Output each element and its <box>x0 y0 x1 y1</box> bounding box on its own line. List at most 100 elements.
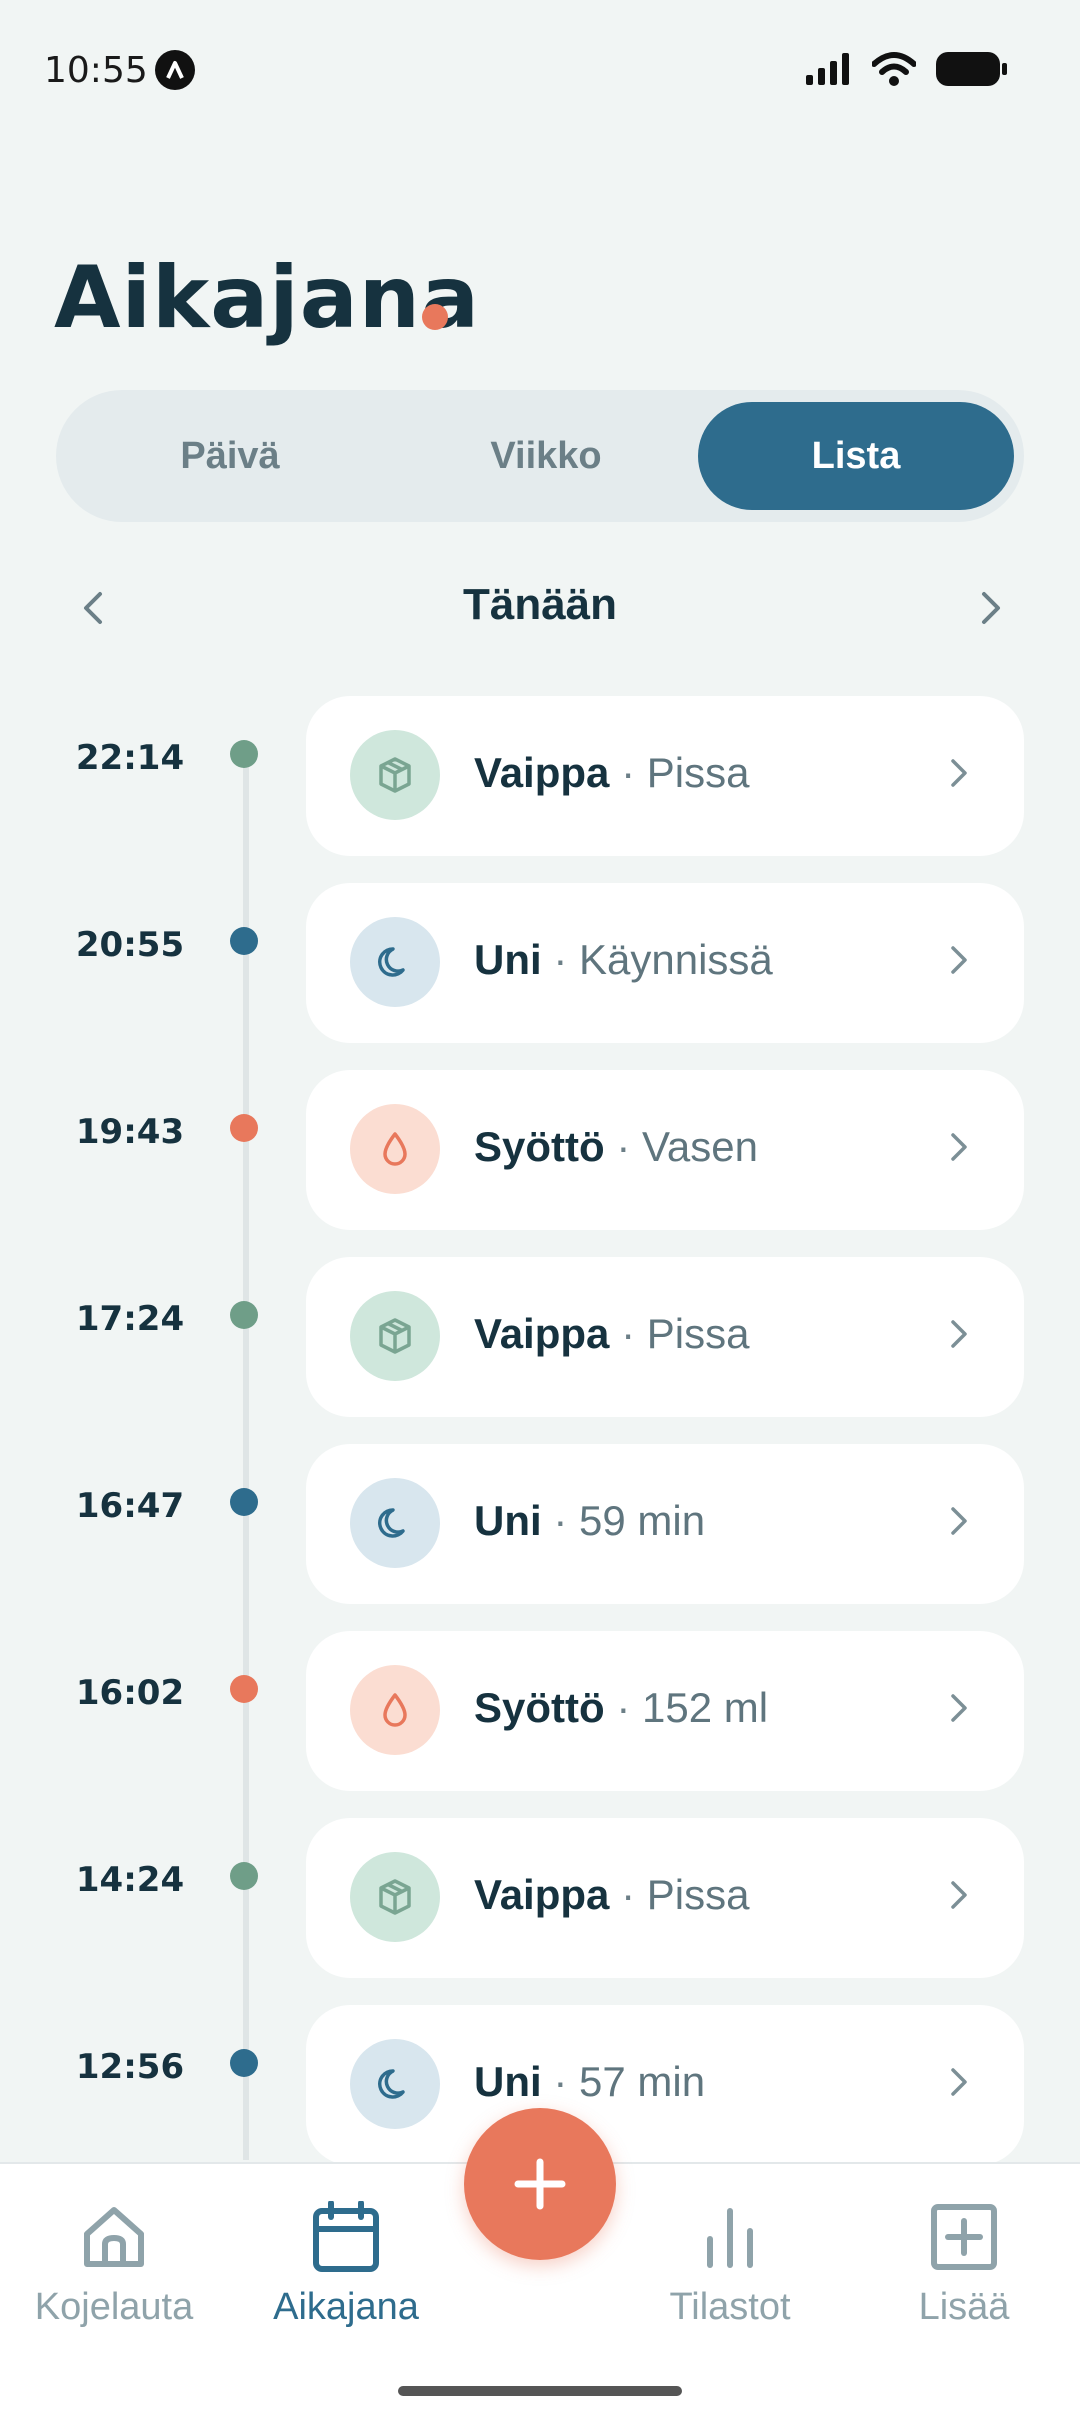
timeline-time: 22:14 <box>75 738 185 778</box>
event-card[interactable]: Uni · Käynnissä <box>306 883 1024 1043</box>
timeline-dot <box>230 1862 258 1890</box>
home-indicator <box>398 2386 682 2396</box>
chevron-right-icon <box>948 1504 970 1543</box>
chevron-right-icon <box>948 1691 970 1730</box>
segment-list[interactable]: Lista <box>698 402 1014 510</box>
event-detail: Käynnissä <box>579 936 773 983</box>
timeline-time: 20:55 <box>75 925 185 965</box>
moon-icon <box>350 917 440 1007</box>
timeline-time: 16:02 <box>75 1673 185 1713</box>
event-text: Uni · Käynnissä <box>474 936 773 984</box>
event-title: Uni <box>474 2058 542 2105</box>
date-navigation: Tänään <box>0 560 1080 650</box>
plus-icon <box>514 2158 566 2210</box>
chevron-right-icon <box>948 1317 970 1356</box>
chevron-right-icon <box>948 1130 970 1169</box>
box-icon <box>350 1291 440 1381</box>
event-card[interactable]: Syöttö · 152 ml <box>306 1631 1024 1791</box>
plus-square-icon <box>931 2204 997 2270</box>
signal-icon <box>806 53 849 85</box>
event-card[interactable]: Uni · 57 min <box>306 2005 1024 2165</box>
add-entry-button[interactable] <box>464 2108 616 2260</box>
page-title: Aikajana <box>54 248 481 348</box>
timeline-dot <box>230 927 258 955</box>
timeline-dot <box>230 1488 258 1516</box>
event-detail: 59 min <box>579 1497 706 1544</box>
chevron-right-icon <box>948 2065 970 2104</box>
nav-timeline[interactable]: Aikajana <box>236 2194 456 2329</box>
event-title: Syöttö <box>474 1123 605 1170</box>
nav-add[interactable]: Lisää <box>854 2194 1074 2329</box>
chevron-right-icon <box>982 592 1000 624</box>
home-icon <box>84 2207 144 2267</box>
event-text: Uni · 57 min <box>474 2058 705 2106</box>
timeline-row: 16:02 Syöttö · 152 ml <box>0 1631 1080 1791</box>
timeline-row: 20:55 Uni · Käynnissä <box>0 883 1080 1043</box>
event-card[interactable]: Uni · 59 min <box>306 1444 1024 1604</box>
moon-icon <box>350 2039 440 2129</box>
timeline-row: 19:43 Syöttö · Vasen <box>0 1070 1080 1230</box>
drop-icon <box>350 1104 440 1194</box>
event-card[interactable]: Vaippa · Pissa <box>306 696 1024 856</box>
event-title: Vaippa <box>474 749 610 796</box>
status-time: 10:55 <box>44 50 148 91</box>
box-icon <box>350 1852 440 1942</box>
timeline-dot <box>230 740 258 768</box>
event-card[interactable]: Vaippa · Pissa <box>306 1257 1024 1417</box>
timeline-row: 16:47 Uni · 59 min <box>0 1444 1080 1604</box>
event-separator: · <box>616 1684 631 1731</box>
event-card[interactable]: Syöttö · Vasen <box>306 1070 1024 1230</box>
view-segmented-control: Päivä Viikko Lista <box>56 390 1024 522</box>
nav-add-label: Lisää <box>918 2286 1010 2328</box>
event-detail: 57 min <box>579 2058 706 2105</box>
segment-day[interactable]: Päivä <box>72 402 388 510</box>
event-title: Uni <box>474 936 542 983</box>
app-badge-icon <box>155 50 195 90</box>
title-accent-dot <box>422 304 448 330</box>
event-separator: · <box>621 1871 636 1918</box>
nav-statistics-label: Tilastot <box>669 2286 791 2328</box>
event-detail: Pissa <box>646 1310 750 1357</box>
timeline-time: 19:43 <box>75 1112 185 1152</box>
event-title: Vaippa <box>474 1871 610 1918</box>
drop-icon <box>350 1665 440 1755</box>
event-separator: · <box>553 2058 568 2105</box>
bar-chart-icon <box>707 2208 753 2268</box>
nav-dashboard[interactable]: Kojelauta <box>4 2194 224 2329</box>
nav-timeline-label: Aikajana <box>273 2286 419 2328</box>
event-title: Uni <box>474 1497 542 1544</box>
event-separator: · <box>616 1123 631 1170</box>
chevron-right-icon <box>948 943 970 982</box>
event-separator: · <box>621 1310 636 1357</box>
event-separator: · <box>621 749 636 796</box>
event-separator: · <box>553 936 568 983</box>
event-detail: Pissa <box>646 1871 750 1918</box>
event-text: Uni · 59 min <box>474 1497 705 1545</box>
event-detail: Pissa <box>646 749 750 796</box>
nav-statistics[interactable]: Tilastot <box>620 2194 840 2329</box>
event-title: Syöttö <box>474 1684 605 1731</box>
segment-week[interactable]: Viikko <box>388 402 704 510</box>
event-text: Syöttö · 152 ml <box>474 1684 768 1732</box>
status-bar: 10:55 <box>0 0 1080 140</box>
timeline-dot <box>230 2049 258 2077</box>
timeline-row: 22:14 Vaippa · Pissa <box>0 696 1080 856</box>
wifi-icon <box>872 52 916 86</box>
box-icon <box>350 730 440 820</box>
status-icons <box>806 52 1008 86</box>
moon-icon <box>350 1478 440 1568</box>
event-detail: Vasen <box>642 1123 758 1170</box>
timeline-row: 14:24 Vaippa · Pissa <box>0 1818 1080 1978</box>
chevron-right-icon <box>948 1878 970 1917</box>
event-separator: · <box>553 1497 568 1544</box>
event-text: Syöttö · Vasen <box>474 1123 758 1171</box>
event-text: Vaippa · Pissa <box>474 749 749 797</box>
event-text: Vaippa · Pissa <box>474 1871 749 1919</box>
event-card[interactable]: Vaippa · Pissa <box>306 1818 1024 1978</box>
calendar-icon <box>313 2201 379 2272</box>
next-day-button[interactable] <box>962 578 1022 638</box>
event-text: Vaippa · Pissa <box>474 1310 749 1358</box>
timeline-row: 17:24 Vaippa · Pissa <box>0 1257 1080 1417</box>
timeline-dot <box>230 1114 258 1142</box>
battery-icon <box>936 52 1007 86</box>
